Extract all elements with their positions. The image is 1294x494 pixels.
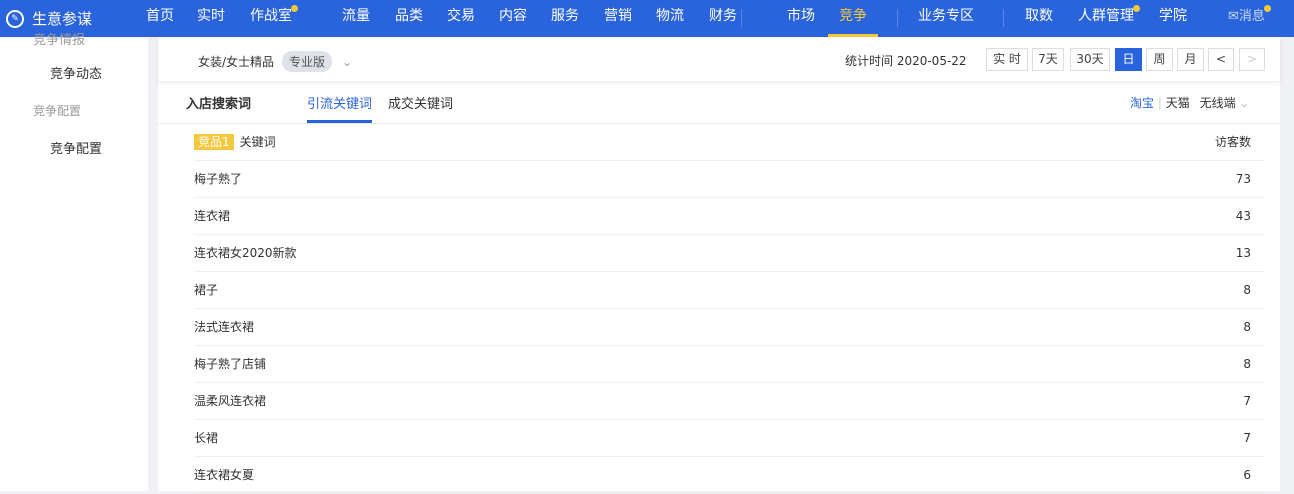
nav-finance[interactable]: 财务: [709, 0, 737, 37]
keyword-cell: 法式连衣裙: [194, 320, 255, 334]
category-label: 女装/女士精品: [198, 55, 275, 69]
notification-dot: [291, 5, 298, 12]
nav-academy[interactable]: 学院: [1159, 0, 1187, 37]
table-row: 连衣裙女2020新款 13: [194, 235, 1265, 272]
keyword-cell: 梅子熟了店铺: [194, 357, 267, 371]
col-keyword: 关键词: [239, 135, 276, 149]
device-select[interactable]: 无线端: [1200, 96, 1236, 110]
btn-realtime[interactable]: 实 时: [986, 48, 1028, 71]
table-row: 连衣裙女夏 6: [194, 457, 1265, 494]
visitors-cell: 8: [1243, 320, 1251, 334]
btn-month[interactable]: 月: [1177, 48, 1204, 71]
nav-marketing[interactable]: 营销: [604, 0, 632, 37]
table-row: 温柔风连衣裙 7: [194, 383, 1265, 420]
visitors-cell: 6: [1243, 468, 1251, 482]
table-row: 连衣裙 43: [194, 198, 1265, 235]
nav-label: 作战室: [250, 8, 292, 24]
nav-label: 人群管理: [1078, 8, 1134, 24]
visitors-cell: 7: [1243, 394, 1251, 408]
prev-button[interactable]: <: [1208, 48, 1234, 71]
btn-week[interactable]: 周: [1146, 48, 1173, 71]
platform-filter: 淘宝 | 天猫 无线端 ⌄: [1130, 94, 1249, 111]
nav-traffic[interactable]: 流量: [342, 0, 370, 37]
tab-deal-keywords[interactable]: 成交关键词: [388, 93, 453, 112]
nav-crowd[interactable]: 人群管理: [1078, 0, 1140, 37]
messages-label: 消息: [1238, 9, 1265, 24]
brand-name: 生意参谋: [32, 10, 93, 28]
table-row: 裙子 8: [194, 272, 1265, 309]
nav-trade[interactable]: 交易: [447, 0, 475, 37]
stat-time: 统计时间 2020-05-22: [845, 54, 967, 68]
platform-taobao[interactable]: 淘宝: [1130, 96, 1154, 110]
nav-data-fetch[interactable]: 取数: [1025, 0, 1053, 37]
divider: [1003, 9, 1004, 27]
keyword-cell: 温柔风连衣裙: [194, 394, 267, 408]
next-button[interactable]: >: [1239, 48, 1265, 71]
divider: |: [1157, 96, 1162, 110]
chevron-down-icon: ⌄: [342, 54, 353, 69]
platform-tmall[interactable]: 天猫: [1166, 96, 1190, 110]
keyword-cell: 连衣裙女2020新款: [194, 246, 297, 260]
compass-icon: ✎: [6, 9, 24, 28]
main-panel: 女装/女士精品 专业版 ⌄ 统计时间 2020-05-22 实 时 7天 30天…: [158, 37, 1280, 494]
sidebar-group-config: 竞争配置: [33, 104, 82, 118]
table-row: 长裙 7: [194, 420, 1265, 457]
btn-7d[interactable]: 7天: [1032, 48, 1064, 71]
table-header: 竞品1 关键词 访客数: [194, 124, 1265, 161]
section-title: 入店搜索词: [186, 97, 252, 112]
mail-icon: ✉: [1228, 9, 1239, 24]
category-selector[interactable]: 女装/女士精品 专业版 ⌄: [198, 51, 352, 72]
divider: [897, 9, 898, 27]
nav-logistics[interactable]: 物流: [656, 0, 684, 37]
tab-traffic-keywords[interactable]: 引流关键词: [307, 93, 373, 123]
sidebar: 竞争情报 竞争动态 竞争配置 竞争配置: [0, 33, 148, 491]
nav-service[interactable]: 服务: [551, 0, 579, 37]
toolbar: 女装/女士精品 专业版 ⌄ 统计时间 2020-05-22 实 时 7天 30天…: [158, 37, 1280, 81]
nav-category[interactable]: 品类: [395, 0, 423, 37]
nav-home[interactable]: 首页: [146, 0, 174, 37]
nav-warroom[interactable]: 作战室: [250, 0, 298, 37]
visitors-cell: 13: [1235, 246, 1251, 260]
visitors-cell: 43: [1235, 209, 1251, 223]
table-row: 梅子熟了店铺 8: [194, 346, 1265, 383]
table-row: 法式连衣裙 8: [194, 309, 1265, 346]
visitors-cell: 8: [1243, 357, 1251, 371]
nav-market[interactable]: 市场: [787, 0, 815, 37]
table-row: 梅子熟了 73: [194, 161, 1265, 198]
chevron-down-icon: ⌄: [1239, 96, 1250, 110]
sidebar-group-intel: 竞争情报: [33, 33, 86, 48]
top-nav: ✎ 生意参谋 首页 实时 作战室 流量 品类 交易 内容 服务 营销 物流 财务 …: [0, 0, 1294, 37]
visitors-cell: 8: [1243, 283, 1251, 297]
competitor-badge: 竞品1: [194, 134, 234, 150]
col-visitors: 访客数: [1214, 135, 1251, 149]
btn-day[interactable]: 日: [1115, 48, 1142, 71]
notification-dot: [1133, 5, 1140, 12]
keyword-cell: 长裙: [194, 431, 219, 445]
nav-competition[interactable]: 竞争: [828, 0, 878, 37]
keyword-cell: 连衣裙女夏: [194, 468, 255, 482]
edition-badge: 专业版: [282, 51, 333, 72]
sidebar-item-config[interactable]: 竞争配置: [50, 138, 102, 157]
divider: [741, 9, 742, 27]
nav-business-zone[interactable]: 业务专区: [918, 0, 974, 37]
sidebar-item-dynamics[interactable]: 竞争动态: [50, 63, 102, 82]
btn-30d[interactable]: 30天: [1070, 48, 1110, 71]
visitors-cell: 7: [1243, 431, 1251, 445]
visitors-cell: 73: [1235, 172, 1251, 186]
keyword-cell: 梅子熟了: [194, 172, 243, 186]
notification-dot: [1263, 5, 1271, 12]
nav-realtime[interactable]: 实时: [197, 0, 225, 37]
keyword-cell: 连衣裙: [194, 209, 231, 223]
nav-messages[interactable]: ✉消息: [1228, 0, 1271, 37]
nav-content[interactable]: 内容: [499, 0, 527, 37]
keyword-cell: 裙子: [194, 283, 219, 297]
